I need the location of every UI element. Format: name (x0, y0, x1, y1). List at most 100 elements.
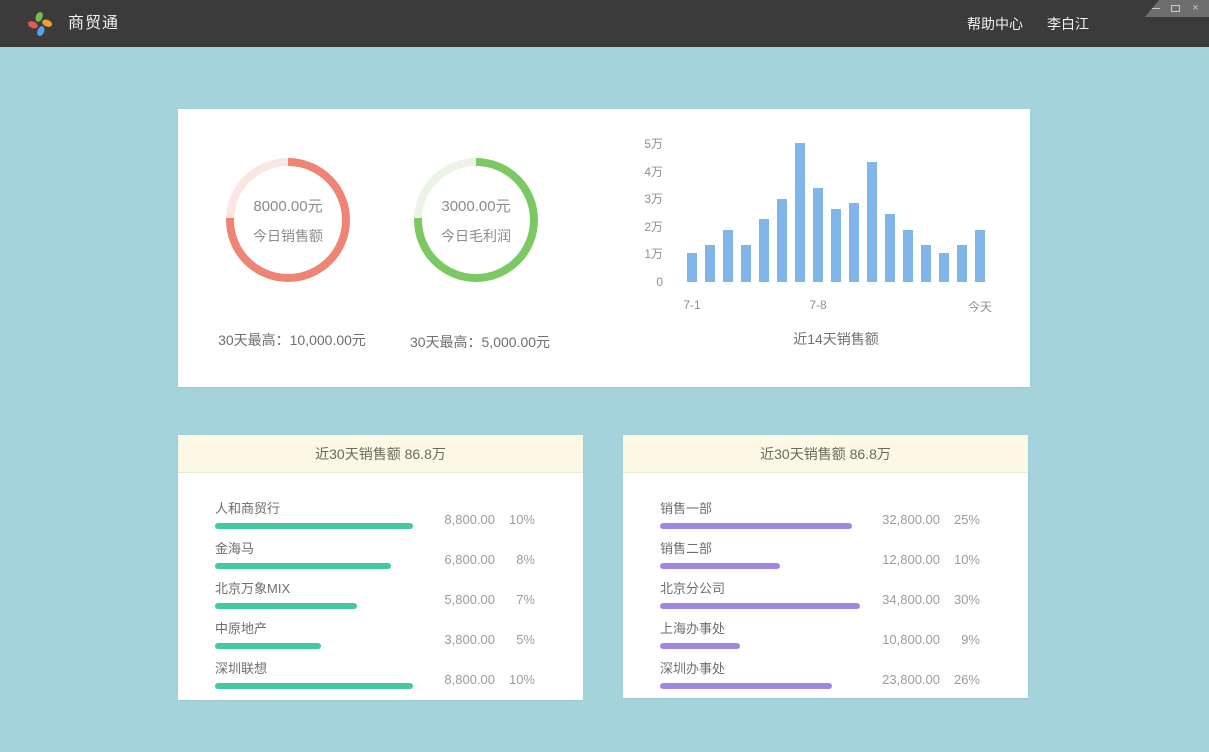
summary-card: 8000.00元 今日销售额 30天最高：10,000.00元 3000.00元… (178, 109, 1030, 387)
row-percent: 30% (940, 592, 980, 607)
row-bar (660, 563, 780, 569)
y-tick: 0 (656, 275, 663, 289)
app-window: 商贸通 帮助中心 李白江 × 8000.00元 今日销售额 30天最高：10,0… (0, 0, 1209, 752)
row-percent: 10% (495, 672, 535, 687)
department-sales-card: 近30天销售额 86.8万 销售一部 32,800.00 25% 销售二部 1 (623, 435, 1028, 698)
y-tick: 1万 (644, 247, 663, 261)
bar-chart-bars: 7-1 7-8 今天 (687, 144, 985, 282)
row-percent: 5% (495, 632, 535, 647)
maximize-button[interactable] (1170, 2, 1181, 15)
bar (795, 143, 805, 282)
row-percent: 8% (495, 552, 535, 567)
row-value: 5,800.00 (423, 592, 495, 607)
row-value: 12,800.00 (868, 552, 940, 567)
profit-30d-max: 30天最高：5,000.00元 (366, 332, 594, 352)
row-label: 销售一部 (660, 498, 860, 517)
list-item: 北京分公司 34,800.00 30% (660, 569, 980, 609)
row-bar (660, 683, 832, 689)
x-tick: 今天 (968, 298, 992, 315)
list-item: 上海办事处 10,800.00 9% (660, 609, 980, 649)
bar (921, 245, 931, 282)
row-bar (215, 683, 413, 689)
list-item: 中原地产 3,800.00 5% (215, 609, 535, 649)
close-icon: × (1192, 2, 1198, 15)
y-tick: 4万 (644, 165, 663, 179)
row-value: 34,800.00 (868, 592, 940, 607)
y-tick: 2万 (644, 220, 663, 234)
row-bar (660, 643, 740, 649)
today-sales-label: 今日销售额 (253, 226, 323, 246)
customer-sales-card: 近30天销售额 86.8万 人和商贸行 8,800.00 10% 金海马 6, (178, 435, 583, 700)
row-value: 8,800.00 (423, 672, 495, 687)
row-value: 6,800.00 (423, 552, 495, 567)
list-item: 销售一部 32,800.00 25% (660, 489, 980, 529)
row-bar (215, 643, 321, 649)
row-percent: 10% (495, 512, 535, 527)
bar (813, 188, 823, 282)
app-title: 商贸通 (68, 0, 119, 47)
bar-chart-y-axis: 5万 4万 3万 2万 1万 0 (601, 137, 663, 289)
row-bar (660, 603, 860, 609)
row-value: 23,800.00 (868, 672, 940, 687)
card-title: 近30天销售额 86.8万 (178, 435, 583, 473)
minimize-icon (1151, 8, 1160, 9)
bar (777, 199, 787, 282)
help-center-link[interactable]: 帮助中心 (967, 14, 1023, 34)
row-label: 深圳办事处 (660, 658, 860, 677)
card-title: 近30天销售额 86.8万 (623, 435, 1028, 473)
user-name-link[interactable]: 李白江 (1047, 14, 1089, 34)
row-value: 10,800.00 (868, 632, 940, 647)
bar (957, 245, 967, 282)
row-percent: 10% (940, 552, 980, 567)
titlebar: 商贸通 帮助中心 李白江 × (0, 0, 1209, 47)
bar (759, 219, 769, 283)
row-label: 金海马 (215, 538, 415, 557)
bar (939, 253, 949, 282)
row-label: 销售二部 (660, 538, 860, 557)
bar (975, 230, 985, 282)
list-item: 人和商贸行 8,800.00 10% (215, 489, 535, 529)
list-item: 深圳办事处 23,800.00 26% (660, 649, 980, 689)
bar-chart-title: 近14天销售额 (687, 329, 985, 349)
window-controls: × (1145, 0, 1209, 17)
bar (741, 245, 751, 282)
list-item: 北京万象MIX 5,800.00 7% (215, 569, 535, 609)
today-sales-donut: 8000.00元 今日销售额 (226, 158, 350, 282)
y-tick: 5万 (644, 137, 663, 151)
y-tick: 3万 (644, 192, 663, 206)
bar (687, 253, 697, 282)
row-percent: 9% (940, 632, 980, 647)
row-bar (215, 563, 391, 569)
topbar-nav: 帮助中心 李白江 (967, 0, 1089, 47)
bar (705, 245, 715, 282)
today-profit-value: 3000.00元 (441, 195, 510, 216)
row-bar (215, 603, 357, 609)
x-tick: 7-1 (683, 298, 700, 312)
minimize-button[interactable] (1150, 2, 1161, 15)
bar (885, 214, 895, 282)
bar (723, 230, 733, 282)
today-sales-value: 8000.00元 (253, 195, 322, 216)
row-percent: 25% (940, 512, 980, 527)
app-logo-icon (25, 9, 55, 39)
list-item: 深圳联想 8,800.00 10% (215, 649, 535, 689)
row-label: 中原地产 (215, 618, 415, 637)
close-button[interactable]: × (1190, 2, 1201, 15)
row-label: 北京分公司 (660, 578, 860, 597)
row-value: 8,800.00 (423, 512, 495, 527)
row-percent: 7% (495, 592, 535, 607)
bar (831, 209, 841, 282)
bar (903, 230, 913, 282)
row-bar (215, 523, 413, 529)
row-label: 上海办事处 (660, 618, 860, 637)
row-label: 北京万象MIX (215, 578, 415, 597)
today-profit-label: 今日毛利润 (441, 226, 511, 246)
row-value: 32,800.00 (868, 512, 940, 527)
row-bar (660, 523, 852, 529)
today-profit-donut: 3000.00元 今日毛利润 (414, 158, 538, 282)
x-tick: 7-8 (809, 298, 826, 312)
list-item: 金海马 6,800.00 8% (215, 529, 535, 569)
row-label: 深圳联想 (215, 658, 415, 677)
bar (849, 203, 859, 282)
row-label: 人和商贸行 (215, 498, 415, 517)
